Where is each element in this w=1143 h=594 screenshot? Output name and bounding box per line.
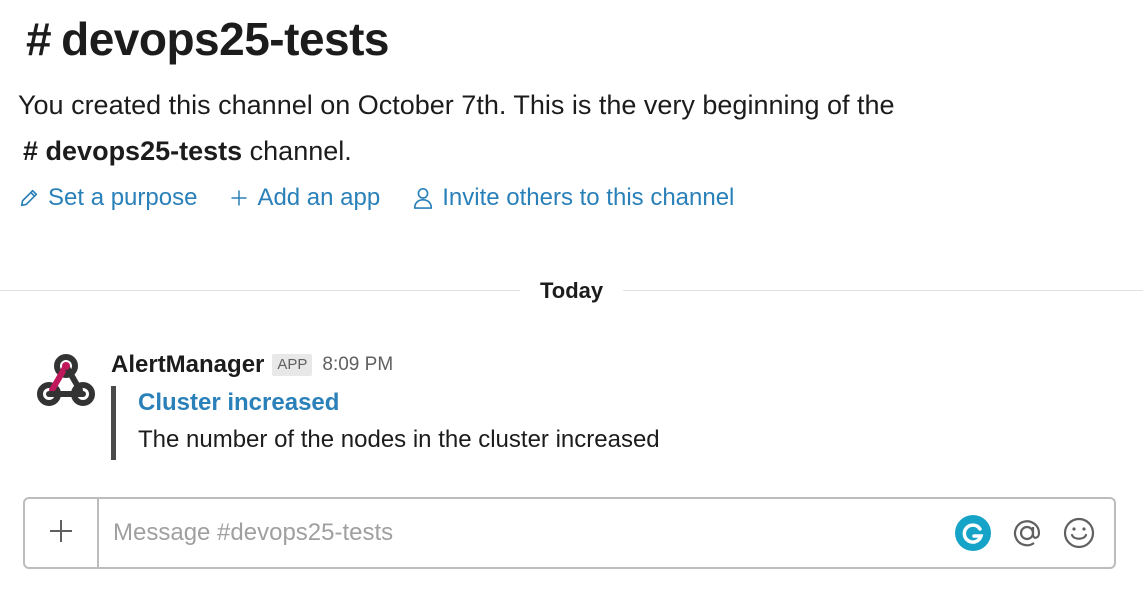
intro-text-after: channel. [249,136,352,166]
intro-channel-hash: # [23,136,39,166]
intro-channel-link[interactable]: # devops25-tests [23,136,242,166]
grammarly-icon[interactable] [954,514,992,552]
invite-others-link[interactable]: Invite others to this channel [412,184,734,212]
day-divider-label[interactable]: Today [520,275,624,307]
composer-icons [936,514,1114,552]
channel-intro: You created this channel on October 7th.… [18,82,1028,174]
message-composer [23,497,1116,569]
intro-text: You created this channel on October 7th.… [18,90,895,120]
message-attachment: Cluster increased The number of the node… [111,386,660,460]
set-purpose-link[interactable]: Set a purpose [18,184,197,212]
message-input[interactable] [99,499,936,567]
attachment-title[interactable]: Cluster increased [138,386,660,420]
invite-others-label: Invite others to this channel [442,184,735,211]
channel-name: devops25-tests [61,13,390,65]
pencil-icon [18,187,40,209]
channel-title: # devops25-tests [26,12,390,66]
add-app-link[interactable]: Add an app [229,184,380,212]
message-timestamp[interactable]: 8:09 PM [322,354,393,376]
channel-actions: Set a purpose Add an app Invite others t… [18,184,766,212]
app-badge: APP [272,354,313,376]
channel-view: # devops25-tests You created this channe… [0,0,1143,594]
user-icon [412,186,434,210]
add-app-label: Add an app [257,184,381,211]
emoji-icon[interactable] [1062,516,1096,550]
attachment-text: The number of the nodes in the cluster i… [138,426,660,453]
at-icon[interactable] [1010,516,1044,550]
message-author[interactable]: AlertManager [111,351,264,379]
attach-button[interactable] [25,499,99,567]
plus-icon [48,518,74,549]
intro-channel-name: devops25-tests [45,136,243,166]
webhook-icon[interactable] [36,350,96,410]
message-header: AlertManager APP 8:09 PM [111,348,393,382]
plus-icon [229,188,249,208]
channel-hash: # [26,13,52,65]
set-purpose-label: Set a purpose [48,184,198,211]
